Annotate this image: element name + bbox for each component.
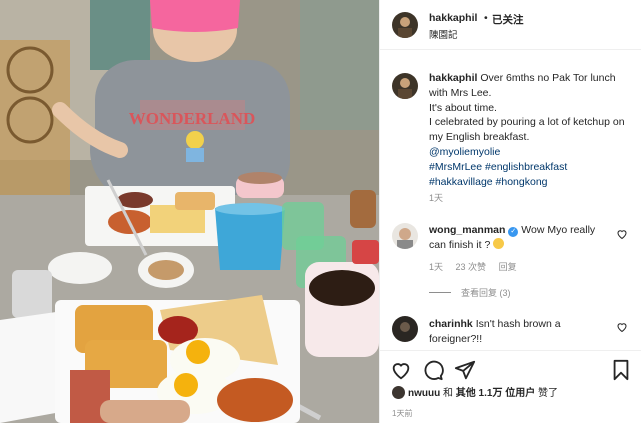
likes-summary: nwuuu 和 其他 1.1万 位用户 赞了 [392, 384, 558, 399]
liker-avatar[interactable] [392, 386, 405, 399]
comment-item: charinhk Isn't hash brown a foreigner?!! [429, 317, 609, 347]
post-photo[interactable]: WONDERLAND [0, 0, 379, 423]
comment-meta: 1天 23 次赞 回复 [429, 260, 527, 273]
caption-line-2: It's about time. [429, 101, 497, 114]
emoji-icon [493, 237, 505, 249]
comment-reply-button[interactable]: 回复 [499, 262, 517, 272]
comment-like-heart-icon[interactable] [616, 321, 628, 333]
comment-avatar[interactable] [392, 316, 418, 342]
post-caption: hakkaphil Over 6mths no Pak Tor lunch wi… [429, 71, 635, 189]
view-replies-button[interactable]: 查看回复 (3) [429, 286, 511, 299]
caption-hashtags-1[interactable]: #MrsMrLee #englishbreakfast [429, 160, 635, 175]
comment-icon[interactable] [422, 359, 444, 381]
liker-username[interactable]: nwuuu [408, 388, 440, 399]
replies-divider [429, 292, 451, 293]
share-icon[interactable] [454, 359, 476, 381]
caption-hashtags-2[interactable]: #hakkavillage #hongkong [429, 175, 635, 190]
comment-username[interactable]: charinhk [429, 318, 473, 330]
caption-time: 1天 [429, 193, 444, 203]
location-link[interactable]: 陳園記 [429, 27, 458, 41]
comment-like-heart-icon[interactable] [616, 228, 628, 240]
comment-likes[interactable]: 23 次赞 [456, 262, 487, 272]
caption-line-3: I celebrated by pouring a lot of ketchup… [429, 116, 625, 144]
shirt-text: WONDERLAND [129, 109, 256, 128]
likes-and: 和 [443, 388, 453, 399]
post-panel: hakkaphil • 已关注 陳園記 hakkaphil Over 6mths… [379, 0, 641, 423]
comment-item: wong_manman ✓ Wow Myo really can finish … [429, 223, 609, 253]
author-avatar[interactable] [392, 12, 418, 38]
follow-status-button[interactable]: 已关注 [492, 12, 524, 27]
caption-mention[interactable]: @myoliemyolie [429, 145, 635, 160]
likes-suffix: 赞了 [538, 388, 559, 399]
post-timestamp: 1天前 [392, 409, 413, 418]
comment-time: 1天 [429, 262, 444, 272]
caption-avatar[interactable] [392, 73, 418, 99]
comment-avatar[interactable] [392, 223, 418, 249]
comment-username[interactable]: wong_manman [429, 224, 505, 236]
header-separator: • [484, 12, 488, 24]
post-actions: nwuuu 和 其他 1.1万 位用户 赞了 1天前 [380, 350, 641, 423]
post-header: hakkaphil • 已关注 陳園記 [380, 0, 641, 50]
bookmark-icon[interactable] [610, 359, 632, 381]
heart-icon[interactable] [390, 359, 412, 381]
view-replies-label[interactable]: 查看回复 (3) [461, 288, 511, 298]
caption-username[interactable]: hakkaphil [429, 72, 477, 84]
likes-others[interactable]: 其他 1.1万 位用户 [456, 388, 535, 399]
header-username[interactable]: hakkaphil [429, 12, 477, 24]
verified-badge-icon: ✓ [508, 227, 519, 237]
